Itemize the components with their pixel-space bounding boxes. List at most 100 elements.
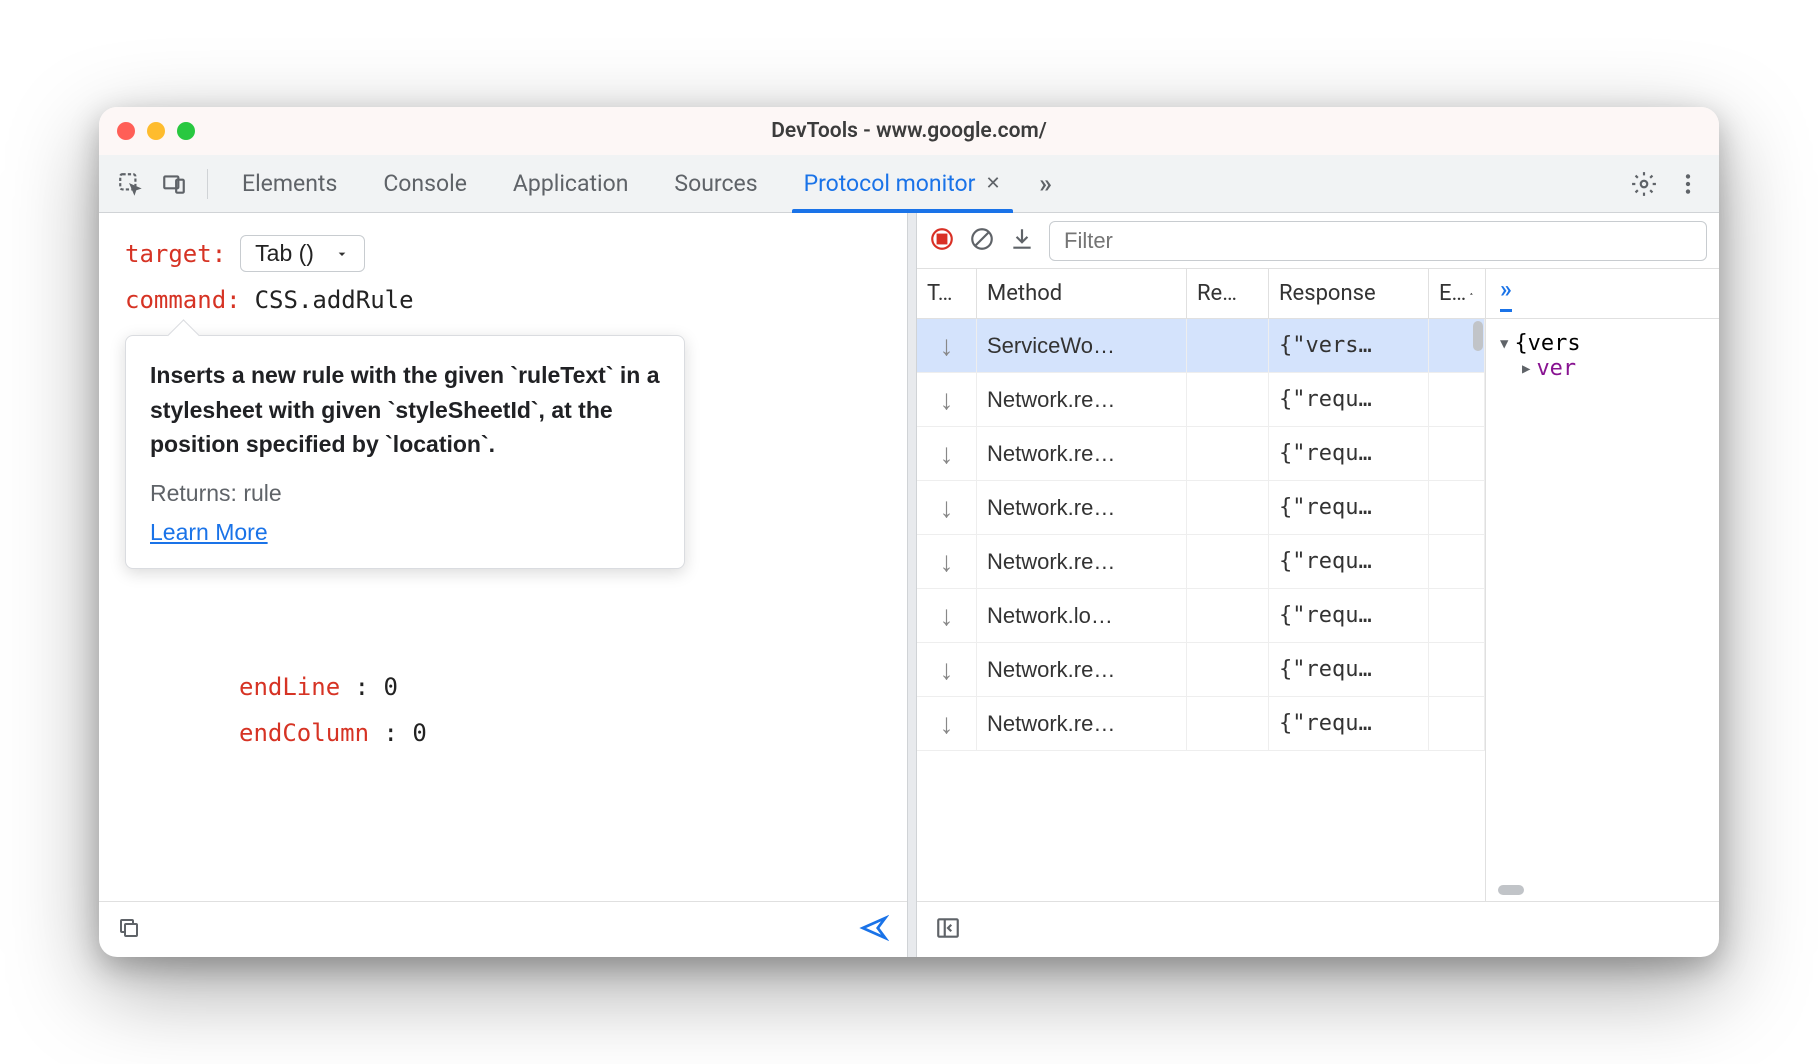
cell-type: ↓ xyxy=(917,643,977,696)
cell-request xyxy=(1187,643,1269,696)
tree-root[interactable]: ▼ {vers xyxy=(1500,331,1705,356)
param-row: endLine : 0 xyxy=(239,673,427,701)
target-label: target: xyxy=(125,240,226,268)
table-row[interactable]: ↓Network.re… {"requ… xyxy=(917,697,1485,751)
arrow-down-icon: ↓ xyxy=(940,330,954,362)
sort-asc-icon xyxy=(1468,287,1475,301)
inspect-element-icon[interactable] xyxy=(111,165,149,203)
col-response[interactable]: Response xyxy=(1269,269,1429,318)
table-row[interactable]: ↓Network.re…{"requ… xyxy=(917,643,1485,697)
device-toolbar-icon[interactable] xyxy=(155,165,193,203)
arrow-down-icon: ↓ xyxy=(940,600,954,632)
target-select[interactable]: Tab () xyxy=(240,235,365,272)
cell-type: ↓ xyxy=(917,535,977,588)
table-row[interactable]: ↓Network.lo…{"requ… xyxy=(917,589,1485,643)
maximize-window-button[interactable] xyxy=(177,122,195,140)
tab-elements[interactable]: Elements xyxy=(222,155,357,212)
table-row[interactable]: ↓ Network.re… {"requ… xyxy=(917,427,1485,481)
tab-label: Console xyxy=(383,170,467,197)
caret-right-icon: ▶ xyxy=(1522,361,1530,377)
cell-request xyxy=(1187,319,1269,372)
cell-request xyxy=(1187,697,1269,750)
table-row[interactable]: ↓Network.re…{"requ… xyxy=(917,535,1485,589)
cell-response: {"requ… xyxy=(1269,697,1429,750)
download-icon[interactable] xyxy=(1009,226,1035,256)
tab-sources[interactable]: Sources xyxy=(654,155,777,212)
filter-input[interactable] xyxy=(1049,221,1707,261)
cell-method: Network.re… xyxy=(977,481,1187,534)
close-tab-icon[interactable]: ✕ xyxy=(985,173,1000,194)
more-menu-icon[interactable] xyxy=(1669,165,1707,203)
cell-method: Network.re… xyxy=(977,697,1187,750)
param-name: endColumn xyxy=(239,719,369,747)
tree-overflow-button[interactable]: » xyxy=(1500,275,1512,312)
send-command-button[interactable] xyxy=(859,913,889,947)
param-name: endLine xyxy=(239,673,340,701)
cell-method: Network.re… xyxy=(977,535,1187,588)
cell-method: Network.lo… xyxy=(977,589,1187,642)
divider xyxy=(207,169,208,199)
cell-type: ↓ xyxy=(917,427,977,480)
close-window-button[interactable] xyxy=(117,122,135,140)
arrow-down-icon: ↓ xyxy=(940,384,954,416)
param-value[interactable]: 0 xyxy=(412,719,426,747)
cell-method: Network.re… xyxy=(977,427,1187,480)
cell-method: Network.re… xyxy=(977,643,1187,696)
cell-request xyxy=(1187,427,1269,480)
settings-icon[interactable] xyxy=(1625,165,1663,203)
tab-console[interactable]: Console xyxy=(363,155,487,212)
table-scrollbar[interactable] xyxy=(1471,319,1485,901)
tab-label: Elements xyxy=(242,170,337,197)
devtools-tabbar: Elements Console Application Sources Pro… xyxy=(99,155,1719,213)
tab-protocol-monitor[interactable]: Protocol monitor ✕ xyxy=(784,155,1021,212)
cell-type: ↓ xyxy=(917,481,977,534)
cell-request xyxy=(1187,589,1269,642)
cell-request xyxy=(1187,373,1269,426)
arrow-down-icon: ↓ xyxy=(940,438,954,470)
command-label: command: xyxy=(125,286,241,314)
cell-method: Network.re… xyxy=(977,373,1187,426)
tree-h-scrollbar[interactable] xyxy=(1498,885,1707,895)
cell-type: ↓ xyxy=(917,589,977,642)
arrow-down-icon: ↓ xyxy=(940,492,954,524)
cell-response: {"requ… xyxy=(1269,481,1429,534)
col-request[interactable]: Re… xyxy=(1187,269,1269,318)
caret-down-icon: ▼ xyxy=(1500,336,1508,352)
param-row: endColumn : 0 xyxy=(239,719,427,747)
cell-response: {"requ… xyxy=(1269,427,1429,480)
cell-response: {"vers… xyxy=(1269,319,1429,372)
tab-application[interactable]: Application xyxy=(493,155,649,212)
arrow-down-icon: ↓ xyxy=(940,546,954,578)
param-value[interactable]: 0 xyxy=(384,673,398,701)
pane-splitter[interactable] xyxy=(907,213,917,957)
detail-tree-pane: » ▼ {vers ▶ ver xyxy=(1485,269,1719,901)
command-doc-tooltip: Inserts a new rule with the given `ruleT… xyxy=(125,335,685,569)
overflow-tabs-button[interactable]: » xyxy=(1027,165,1065,203)
devtools-window: DevTools - www.google.com/ Elements Cons… xyxy=(99,107,1719,957)
tooltip-description: Inserts a new rule with the given `ruleT… xyxy=(150,358,660,462)
command-editor-pane: target: Tab () command: CSS.addRule Inse… xyxy=(99,213,907,957)
col-elapsed[interactable]: E… xyxy=(1429,269,1485,318)
tooltip-returns: Returns: rule xyxy=(150,480,660,507)
command-value[interactable]: CSS.addRule xyxy=(255,286,414,314)
toggle-sidebar-icon[interactable] xyxy=(935,915,961,945)
protocol-log-pane: T… Method Re… Response E… ↓ ServiceWo… {"v… xyxy=(917,213,1719,957)
col-type[interactable]: T… xyxy=(917,269,977,318)
minimize-window-button[interactable] xyxy=(147,122,165,140)
clear-log-icon[interactable] xyxy=(969,226,995,256)
tree-child[interactable]: ▶ ver xyxy=(1500,356,1705,381)
cell-method: ServiceWo… xyxy=(977,319,1187,372)
table-row[interactable]: ↓ ServiceWo… {"vers… xyxy=(917,319,1485,373)
copy-icon[interactable] xyxy=(117,916,141,944)
table-row[interactable]: ↓ Network.re… {"requ… xyxy=(917,481,1485,535)
tab-label: Application xyxy=(513,170,629,197)
cell-type: ↓ xyxy=(917,697,977,750)
cell-request xyxy=(1187,481,1269,534)
table-row[interactable]: ↓ Network.re… {"requ… xyxy=(917,373,1485,427)
record-button[interactable] xyxy=(929,226,955,256)
learn-more-link[interactable]: Learn More xyxy=(150,519,660,546)
cell-request xyxy=(1187,535,1269,588)
col-method[interactable]: Method xyxy=(977,269,1187,318)
cell-response: {"requ… xyxy=(1269,373,1429,426)
chevron-down-icon xyxy=(334,246,350,262)
